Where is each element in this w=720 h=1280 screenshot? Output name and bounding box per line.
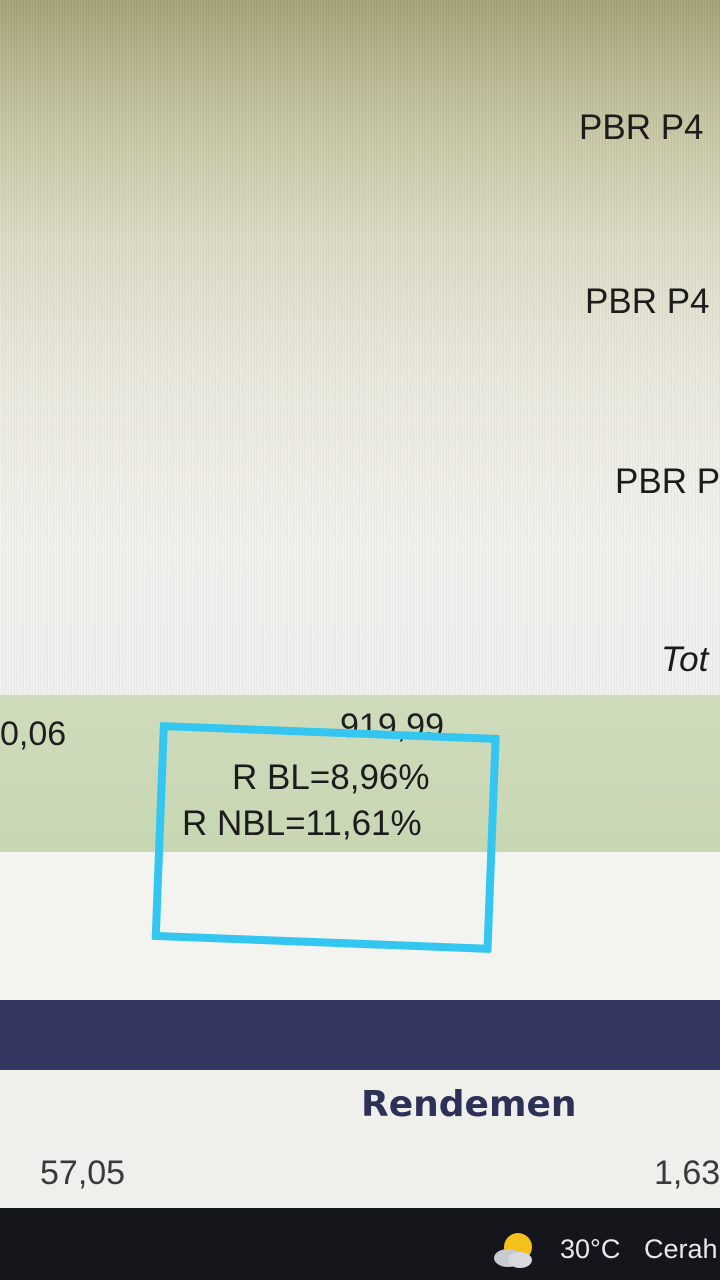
summary-area: Rendemen 57,05 1,63 [0, 1070, 720, 1208]
partly-sunny-icon[interactable] [492, 1230, 536, 1270]
screen: PBR P4 PBR P4 PBR P Tot 0,06 919,99 R BL… [0, 0, 720, 1280]
row-label-total: Tot [661, 640, 709, 679]
summary-right-value[interactable]: 1,63 [654, 1154, 720, 1193]
spreadsheet-header-area: PBR P4 PBR P4 PBR P Tot [0, 0, 720, 695]
weather-temperature[interactable]: 30°C [560, 1234, 620, 1265]
rendemen-heading: Rendemen [361, 1084, 577, 1125]
green-row-left-value[interactable]: 0,06 [0, 715, 66, 754]
weather-condition[interactable]: Cerah [644, 1234, 718, 1265]
highlight-box [151, 722, 500, 953]
row-label-pbr-p4-1: PBR P4 [579, 108, 704, 147]
summary-left-value[interactable]: 57,05 [40, 1154, 125, 1193]
row-label-pbr-p4-2: PBR P4 [585, 282, 710, 321]
taskbar: 30°C Cerah [0, 1208, 720, 1280]
section-header-bar [0, 1000, 720, 1070]
row-label-pbr-p: PBR P [615, 462, 720, 501]
